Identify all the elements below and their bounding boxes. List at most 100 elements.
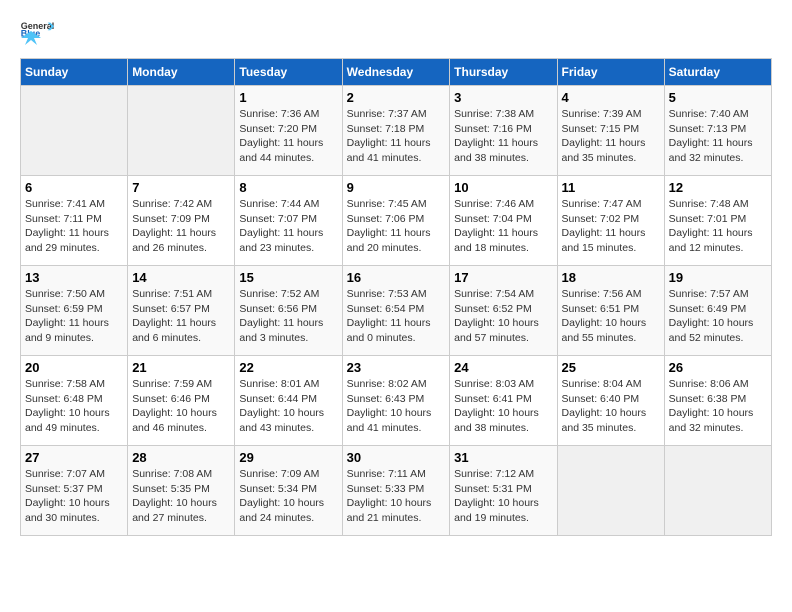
day-info: Sunrise: 7:41 AMSunset: 7:11 PMDaylight:… <box>25 197 123 256</box>
day-cell: 25 Sunrise: 8:04 AMSunset: 6:40 PMDayligh… <box>557 356 664 446</box>
day-cell: 21Sunrise: 7:59 AMSunset: 6:46 PMDayligh… <box>128 356 235 446</box>
day-number: 26 <box>669 360 767 375</box>
col-header-thursday: Thursday <box>450 59 557 86</box>
day-number: 30 <box>347 450 446 465</box>
day-cell: 14 Sunrise: 7:51 AMSunset: 6:57 PMDayligh… <box>128 266 235 356</box>
day-number: 22 <box>239 360 337 375</box>
day-info: Sunrise: 8:04 AMSunset: 6:40 PMDaylight:… <box>562 377 660 436</box>
logo: General Blue <box>20 20 60 48</box>
logo-bird-icon <box>21 28 41 48</box>
day-number: 28 <box>132 450 230 465</box>
day-info: Sunrise: 7:08 AMSunset: 5:35 PMDaylight:… <box>132 467 230 526</box>
header-row: SundayMondayTuesdayWednesdayThursdayFrid… <box>21 59 772 86</box>
day-cell: 18Sunrise: 7:56 AMSunset: 6:51 PMDayligh… <box>557 266 664 356</box>
day-info: Sunrise: 7:37 AMSunset: 7:18 PMDaylight:… <box>347 107 446 166</box>
week-row-4: 20 Sunrise: 7:58 AMSunset: 6:48 PMDayligh… <box>21 356 772 446</box>
day-cell <box>128 86 235 176</box>
day-number: 19 <box>669 270 767 285</box>
day-info: Sunrise: 7:51 AMSunset: 6:57 PMDaylight:… <box>132 287 230 346</box>
day-cell: 30 Sunrise: 7:11 AMSunset: 5:33 PMDayligh… <box>342 446 450 536</box>
day-cell: 5 Sunrise: 7:40 AMSunset: 7:13 PMDaylight… <box>664 86 771 176</box>
day-info: Sunrise: 7:11 AMSunset: 5:33 PMDaylight:… <box>347 467 446 526</box>
week-row-3: 13Sunrise: 7:50 AMSunset: 6:59 PMDayligh… <box>21 266 772 356</box>
day-cell: 24 Sunrise: 8:03 AMSunset: 6:41 PMDayligh… <box>450 356 557 446</box>
day-cell: 7 Sunrise: 7:42 AMSunset: 7:09 PMDaylight… <box>128 176 235 266</box>
day-cell: 15Sunrise: 7:52 AMSunset: 6:56 PMDayligh… <box>235 266 342 356</box>
day-info: Sunrise: 7:45 AMSunset: 7:06 PMDaylight:… <box>347 197 446 256</box>
day-info: Sunrise: 7:07 AMSunset: 5:37 PMDaylight:… <box>25 467 123 526</box>
day-number: 1 <box>239 90 337 105</box>
day-cell: 22 Sunrise: 8:01 AMSunset: 6:44 PMDayligh… <box>235 356 342 446</box>
day-number: 5 <box>669 90 767 105</box>
day-info: Sunrise: 8:03 AMSunset: 6:41 PMDaylight:… <box>454 377 552 436</box>
day-cell: 1 Sunrise: 7:36 AMSunset: 7:20 PMDaylight… <box>235 86 342 176</box>
day-cell: 16 Sunrise: 7:53 AMSunset: 6:54 PMDayligh… <box>342 266 450 356</box>
day-cell: 3 Sunrise: 7:38 AMSunset: 7:16 PMDaylight… <box>450 86 557 176</box>
day-info: Sunrise: 8:02 AMSunset: 6:43 PMDaylight:… <box>347 377 446 436</box>
day-number: 9 <box>347 180 446 195</box>
day-number: 6 <box>25 180 123 195</box>
day-number: 16 <box>347 270 446 285</box>
day-cell: 9 Sunrise: 7:45 AMSunset: 7:06 PMDaylight… <box>342 176 450 266</box>
day-number: 24 <box>454 360 552 375</box>
col-header-tuesday: Tuesday <box>235 59 342 86</box>
col-header-sunday: Sunday <box>21 59 128 86</box>
day-cell: 6 Sunrise: 7:41 AMSunset: 7:11 PMDaylight… <box>21 176 128 266</box>
day-cell <box>664 446 771 536</box>
day-number: 18 <box>562 270 660 285</box>
day-number: 10 <box>454 180 552 195</box>
col-header-saturday: Saturday <box>664 59 771 86</box>
day-info: Sunrise: 8:01 AMSunset: 6:44 PMDaylight:… <box>239 377 337 436</box>
day-info: Sunrise: 7:42 AMSunset: 7:09 PMDaylight:… <box>132 197 230 256</box>
day-info: Sunrise: 7:57 AMSunset: 6:49 PMDaylight:… <box>669 287 767 346</box>
day-number: 23 <box>347 360 446 375</box>
col-header-wednesday: Wednesday <box>342 59 450 86</box>
day-cell: 4 Sunrise: 7:39 AMSunset: 7:15 PMDaylight… <box>557 86 664 176</box>
day-cell: 17Sunrise: 7:54 AMSunset: 6:52 PMDayligh… <box>450 266 557 356</box>
week-row-1: 1 Sunrise: 7:36 AMSunset: 7:20 PMDaylight… <box>21 86 772 176</box>
day-cell: 27Sunrise: 7:07 AMSunset: 5:37 PMDayligh… <box>21 446 128 536</box>
day-cell: 29Sunrise: 7:09 AMSunset: 5:34 PMDayligh… <box>235 446 342 536</box>
day-info: Sunrise: 7:40 AMSunset: 7:13 PMDaylight:… <box>669 107 767 166</box>
day-number: 13 <box>25 270 123 285</box>
day-number: 8 <box>239 180 337 195</box>
day-info: Sunrise: 7:44 AMSunset: 7:07 PMDaylight:… <box>239 197 337 256</box>
day-info: Sunrise: 8:06 AMSunset: 6:38 PMDaylight:… <box>669 377 767 436</box>
col-header-friday: Friday <box>557 59 664 86</box>
day-cell: 23 Sunrise: 8:02 AMSunset: 6:43 PMDayligh… <box>342 356 450 446</box>
day-info: Sunrise: 7:47 AMSunset: 7:02 PMDaylight:… <box>562 197 660 256</box>
day-info: Sunrise: 7:09 AMSunset: 5:34 PMDaylight:… <box>239 467 337 526</box>
day-info: Sunrise: 7:54 AMSunset: 6:52 PMDaylight:… <box>454 287 552 346</box>
day-number: 3 <box>454 90 552 105</box>
day-info: Sunrise: 7:46 AMSunset: 7:04 PMDaylight:… <box>454 197 552 256</box>
day-info: Sunrise: 7:48 AMSunset: 7:01 PMDaylight:… <box>669 197 767 256</box>
day-cell: 31Sunrise: 7:12 AMSunset: 5:31 PMDayligh… <box>450 446 557 536</box>
day-number: 7 <box>132 180 230 195</box>
day-info: Sunrise: 7:36 AMSunset: 7:20 PMDaylight:… <box>239 107 337 166</box>
day-number: 14 <box>132 270 230 285</box>
day-cell: 26 Sunrise: 8:06 AMSunset: 6:38 PMDayligh… <box>664 356 771 446</box>
day-info: Sunrise: 7:53 AMSunset: 6:54 PMDaylight:… <box>347 287 446 346</box>
day-cell: 19 Sunrise: 7:57 AMSunset: 6:49 PMDayligh… <box>664 266 771 356</box>
day-number: 20 <box>25 360 123 375</box>
week-row-5: 27Sunrise: 7:07 AMSunset: 5:37 PMDayligh… <box>21 446 772 536</box>
day-cell: 8 Sunrise: 7:44 AMSunset: 7:07 PMDaylight… <box>235 176 342 266</box>
col-header-monday: Monday <box>128 59 235 86</box>
day-number: 2 <box>347 90 446 105</box>
day-info: Sunrise: 7:58 AMSunset: 6:48 PMDaylight:… <box>25 377 123 436</box>
page-header: General Blue <box>20 20 772 48</box>
day-info: Sunrise: 7:38 AMSunset: 7:16 PMDaylight:… <box>454 107 552 166</box>
day-info: Sunrise: 7:12 AMSunset: 5:31 PMDaylight:… <box>454 467 552 526</box>
week-row-2: 6 Sunrise: 7:41 AMSunset: 7:11 PMDaylight… <box>21 176 772 266</box>
day-cell <box>557 446 664 536</box>
day-info: Sunrise: 7:39 AMSunset: 7:15 PMDaylight:… <box>562 107 660 166</box>
day-cell: 2 Sunrise: 7:37 AMSunset: 7:18 PMDaylight… <box>342 86 450 176</box>
day-cell: 20 Sunrise: 7:58 AMSunset: 6:48 PMDayligh… <box>21 356 128 446</box>
day-cell <box>21 86 128 176</box>
day-number: 4 <box>562 90 660 105</box>
day-cell: 28 Sunrise: 7:08 AMSunset: 5:35 PMDayligh… <box>128 446 235 536</box>
day-number: 25 <box>562 360 660 375</box>
day-cell: 12Sunrise: 7:48 AMSunset: 7:01 PMDayligh… <box>664 176 771 266</box>
day-number: 11 <box>562 180 660 195</box>
day-cell: 11 Sunrise: 7:47 AMSunset: 7:02 PMDayligh… <box>557 176 664 266</box>
